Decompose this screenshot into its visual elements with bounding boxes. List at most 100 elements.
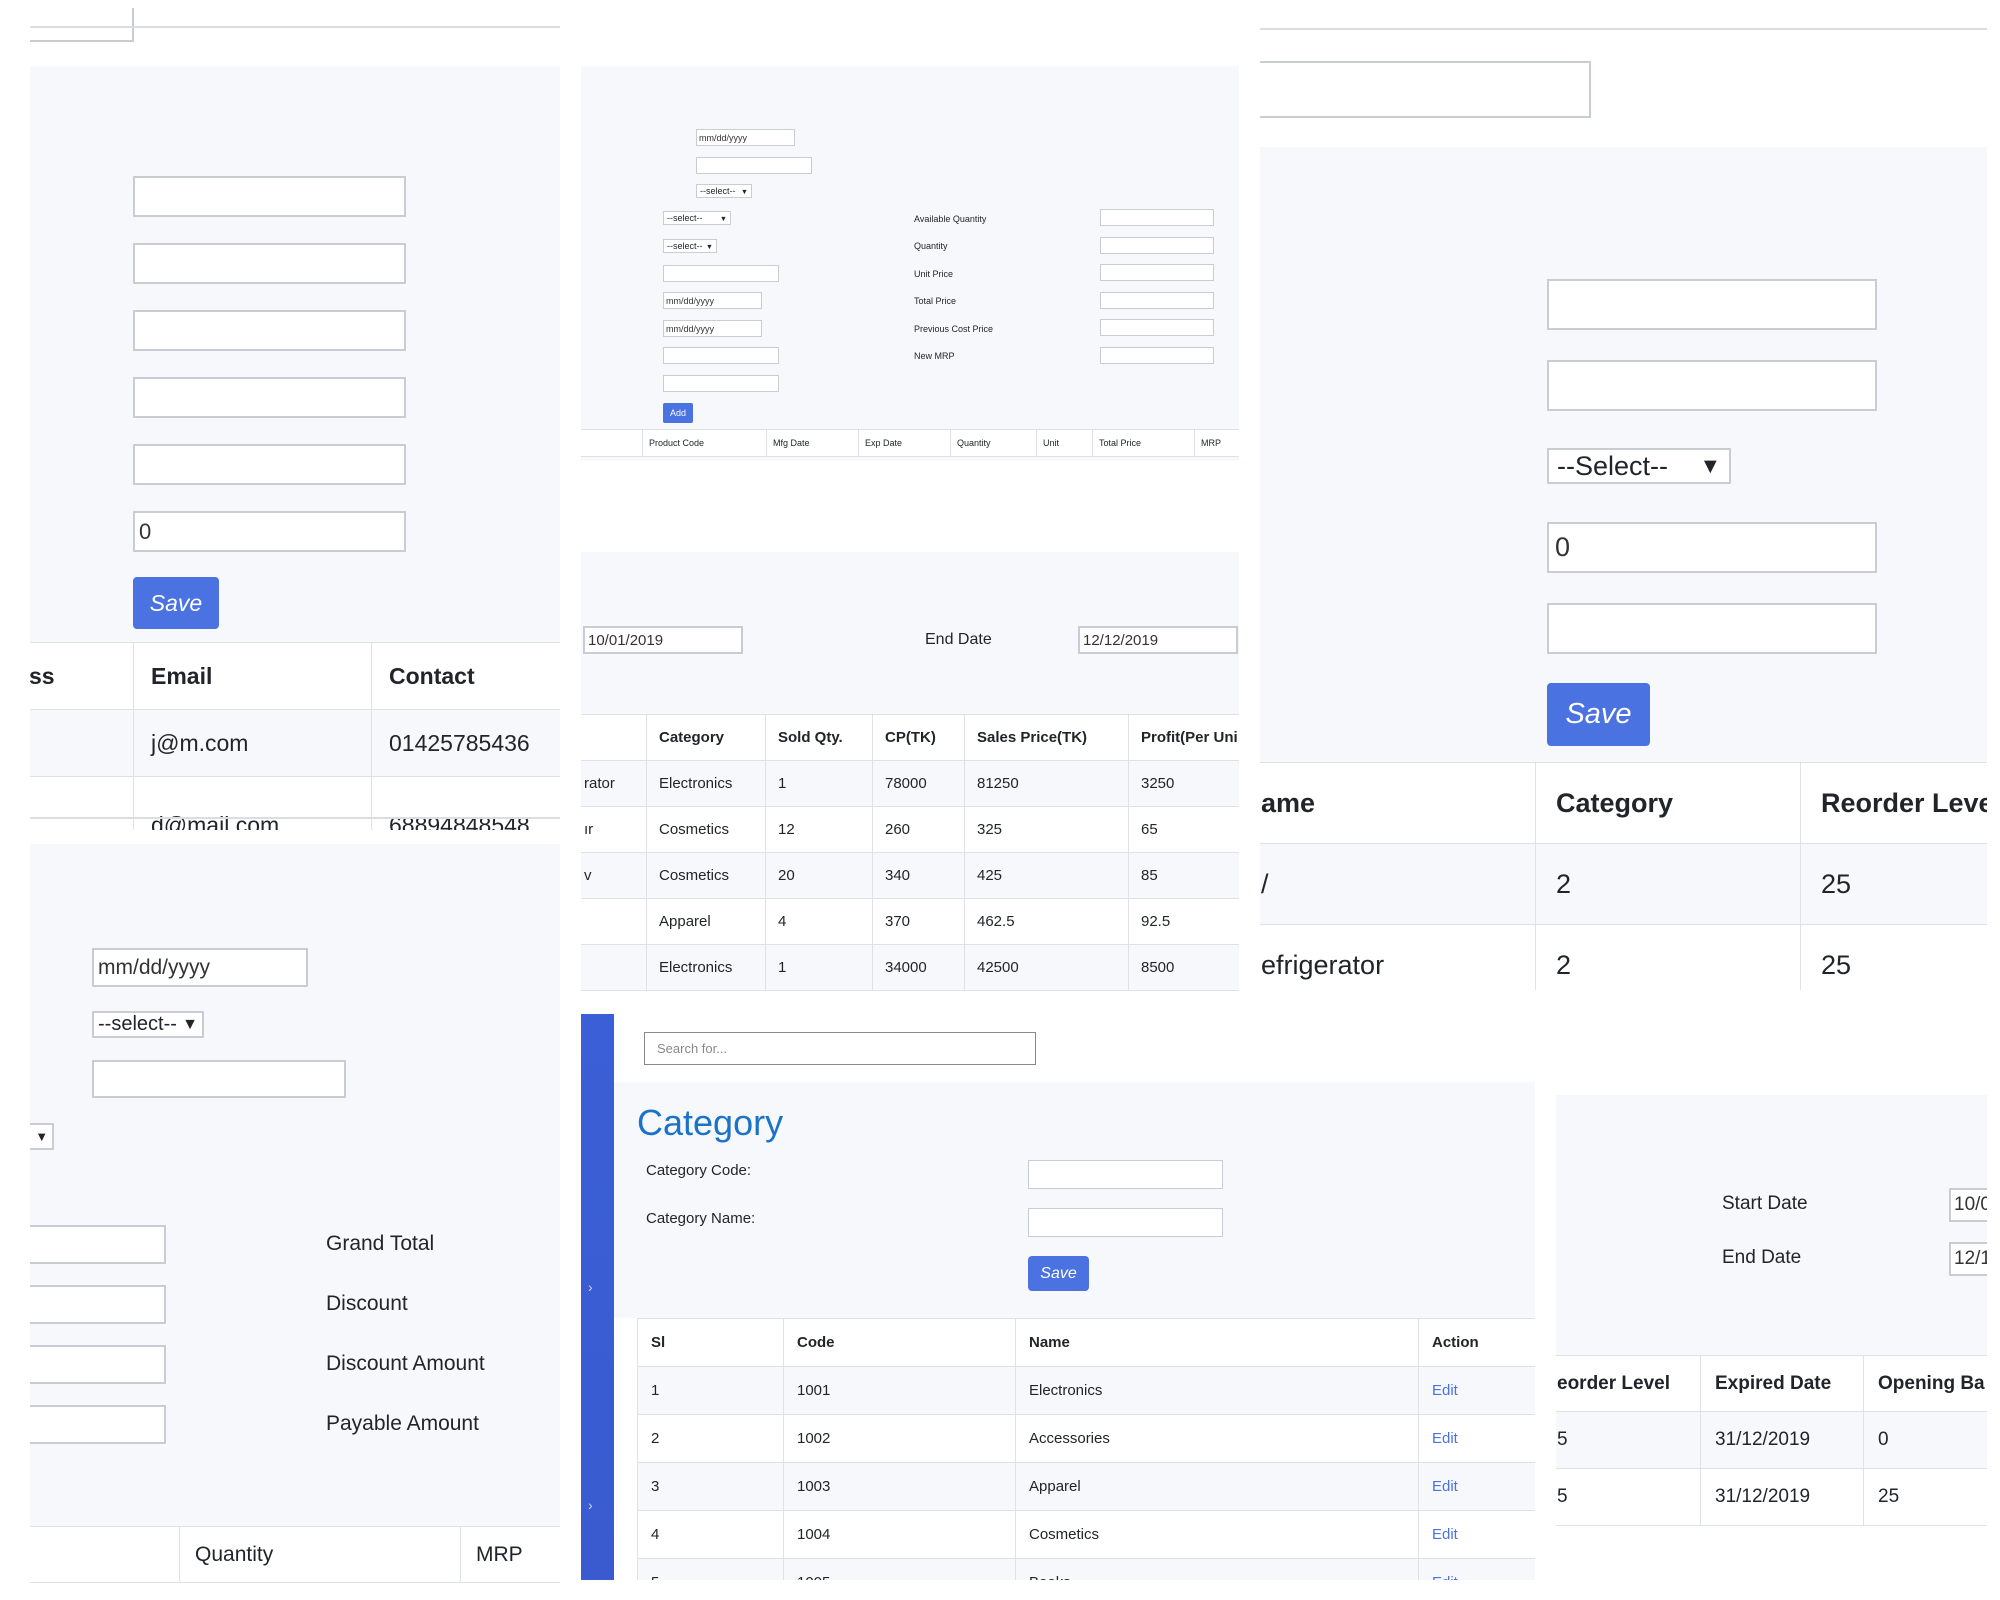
caret-down-icon: ▼ — [1699, 453, 1721, 478]
text-input[interactable] — [663, 265, 779, 282]
table-row: 1 1001 Electronics Edit — [637, 1366, 1535, 1415]
field-6[interactable]: 0 — [133, 511, 406, 552]
select-dropdown[interactable]: --select-- ▼ — [663, 211, 731, 225]
edit-link[interactable]: Edit — [1418, 1414, 1535, 1463]
panel-stock-report: Start Date 10/0 End Date 12/1 eorder Lev… — [1556, 1095, 1987, 1590]
date-input[interactable]: mm/dd/yyyy — [92, 948, 308, 987]
panel-category: › › Search for... Category Category Code… — [581, 1014, 1535, 1580]
sidebar: › › — [581, 1014, 614, 1580]
top-search-input[interactable] — [1260, 61, 1591, 118]
mfg-date-input[interactable]: mm/dd/yyyy — [663, 292, 762, 309]
previous-cost-price-input[interactable] — [1100, 319, 1214, 336]
category-name-input[interactable] — [1028, 1208, 1223, 1237]
end-date-input[interactable]: 12/12/2019 — [1078, 626, 1238, 654]
table-row: 5 31/12/2019 0 — [1556, 1411, 1987, 1469]
label-total-price: Total Price — [914, 296, 957, 306]
panel-supplier-form: 0 Save ss Email Contact j@m.com 01425785… — [30, 0, 560, 830]
top-input-stub[interactable] — [30, 8, 134, 42]
text-input[interactable] — [663, 347, 779, 364]
field-1[interactable] — [1547, 279, 1877, 330]
category-code-label: Category Code: — [646, 1162, 752, 1179]
table-row: 4 1004 Cosmetics Edit — [637, 1510, 1535, 1559]
search-input[interactable]: Search for... — [644, 1032, 1036, 1065]
label-unit-price: Unit Price — [914, 269, 954, 279]
field-3[interactable] — [133, 310, 406, 351]
table-row: 5 31/12/2019 25 — [1556, 1468, 1987, 1526]
label-previous-cost-price: Previous Cost Price — [914, 324, 994, 334]
product-table: ame Category Reorder Level / 2 25 efrige… — [1260, 762, 1987, 990]
edit-link[interactable]: Edit — [1418, 1366, 1535, 1415]
field-2[interactable] — [1547, 360, 1877, 411]
new-mrp-input[interactable] — [1100, 347, 1214, 364]
field-4[interactable] — [1547, 603, 1877, 654]
select-dropdown-stub[interactable]: ▼ — [30, 1123, 54, 1150]
table-row: j@m.com 01425785436 — [30, 709, 560, 777]
exp-date-input[interactable]: mm/dd/yyyy — [663, 320, 762, 337]
label-quantity: Quantity — [914, 241, 948, 251]
total-price-input[interactable] — [1100, 292, 1214, 309]
label-discount-amount: Discount Amount — [326, 1352, 485, 1375]
category-table: Sl Code Name Action 1 1001 Electronics Edit… — [637, 1318, 1535, 1580]
discount-amount-input[interactable] — [30, 1345, 166, 1384]
label-new-mrp: New MRP — [914, 351, 955, 361]
purchase-items-table: Product Code Mfg Date Exp Date Quantity … — [581, 429, 1239, 457]
supplier-table: ss Email Contact j@m.com 01425785436 d@m… — [30, 642, 560, 830]
table-row: d@mail.com 68894848548 — [30, 776, 560, 830]
table-row: 3 1003 Apparel Edit — [637, 1462, 1535, 1511]
field-4[interactable] — [133, 377, 406, 418]
discount-input[interactable] — [30, 1285, 166, 1324]
grand-total-input[interactable] — [30, 1225, 166, 1264]
panel-product-form: --Select-- ▼ 0 Save ame Category Reorder … — [1260, 0, 1987, 990]
start-date-input[interactable]: 10/0 — [1949, 1188, 1987, 1222]
edit-link[interactable]: Edit — [1418, 1510, 1535, 1559]
panel-sales-report: 10/01/2019 End Date 12/12/2019 Category … — [581, 552, 1239, 994]
select-dropdown[interactable]: --select-- ▼ — [663, 239, 717, 253]
select-dropdown[interactable]: --select-- ▼ — [92, 1011, 204, 1038]
field-1[interactable] — [133, 176, 406, 217]
date-input[interactable]: mm/dd/yyyy — [696, 129, 795, 146]
table-row: efrigerator 2 25 — [1260, 924, 1987, 990]
caret-down-icon: ▼ — [740, 186, 748, 196]
text-input[interactable] — [696, 157, 812, 174]
edit-link[interactable]: Edit — [1418, 1462, 1535, 1511]
table-row: rator Electronics 1 78000 81250 3250 — [581, 760, 1239, 807]
table-header: Email — [133, 642, 372, 710]
sales-items-table: Quantity MRP — [30, 1526, 560, 1583]
field-3[interactable]: 0 — [1547, 522, 1877, 573]
text-input[interactable] — [92, 1060, 346, 1098]
end-date-input[interactable]: 12/1 — [1949, 1242, 1987, 1276]
caret-down-icon: ▼ — [35, 1129, 48, 1144]
field-2[interactable] — [133, 243, 406, 284]
sales-table: Category Sold Qty. CP(TK) Sales Price(TK… — [581, 714, 1239, 991]
edit-link[interactable]: Edit — [1418, 1558, 1535, 1580]
label-grand-total: Grand Total — [326, 1232, 435, 1255]
save-button[interactable]: Save — [133, 577, 219, 629]
table-row: 2 1002 Accessories Edit — [637, 1414, 1535, 1463]
start-date-input[interactable]: 10/01/2019 — [583, 626, 743, 654]
table-header: Contact — [371, 642, 560, 710]
field-5[interactable] — [133, 444, 406, 485]
label-available-quantity: Available Quantity — [914, 214, 987, 224]
caret-down-icon: ▼ — [705, 241, 713, 251]
category-select[interactable]: --Select-- ▼ — [1547, 448, 1731, 484]
caret-down-icon: ▼ — [182, 1015, 198, 1033]
add-button[interactable]: Add — [663, 403, 693, 423]
category-code-input[interactable] — [1028, 1160, 1223, 1189]
available-quantity-input[interactable] — [1100, 209, 1214, 226]
category-name-label: Category Name: — [646, 1210, 756, 1227]
label-discount: Discount — [326, 1292, 408, 1315]
save-button[interactable]: Save — [1028, 1256, 1089, 1291]
payable-amount-input[interactable] — [30, 1405, 166, 1444]
unit-price-input[interactable] — [1100, 264, 1214, 281]
chevron-right-icon[interactable]: › — [588, 1497, 593, 1513]
table-row: / 2 25 — [1260, 843, 1987, 925]
text-input[interactable] — [663, 375, 779, 392]
table-row: v Cosmetics 20 340 425 85 — [581, 852, 1239, 899]
caret-down-icon: ▼ — [719, 213, 727, 223]
quantity-input[interactable] — [1100, 237, 1214, 254]
start-date-label: Start Date — [1722, 1193, 1808, 1214]
select-dropdown[interactable]: --select-- ▼ — [696, 184, 752, 198]
chevron-right-icon[interactable]: › — [588, 1279, 593, 1295]
end-date-label: End Date — [925, 631, 992, 648]
save-button[interactable]: Save — [1547, 683, 1650, 746]
